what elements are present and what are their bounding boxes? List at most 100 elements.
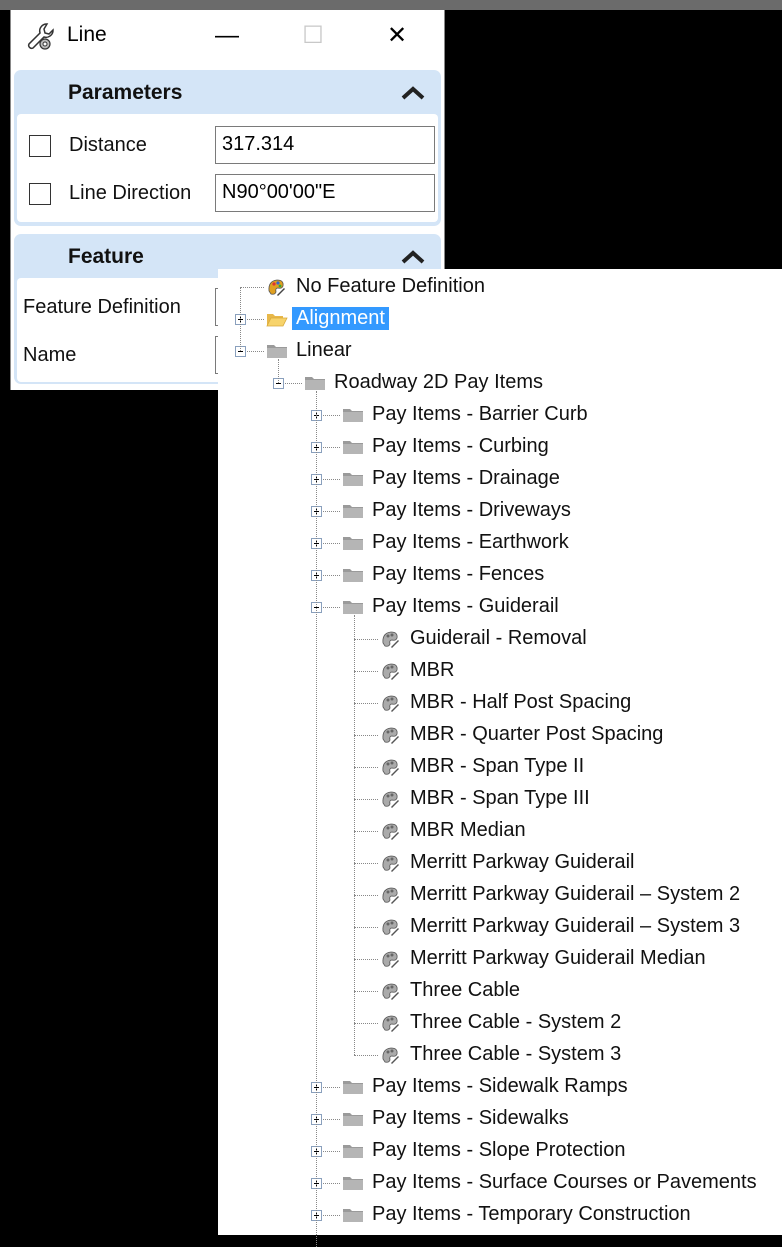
feature-palette-icon	[382, 791, 399, 808]
line-direction-checkbox[interactable]	[29, 183, 51, 205]
tree-connector	[354, 831, 378, 832]
tree-item-pay-items[interactable]: Pay Items - Sidewalks	[372, 1107, 569, 1130]
feature-palette-icon	[382, 983, 399, 1000]
feature-palette-icon	[382, 823, 399, 840]
maximize-button[interactable]: ☐	[290, 16, 336, 56]
folder-icon	[343, 1209, 363, 1222]
feature-title: Feature	[68, 245, 144, 268]
folder-icon	[343, 441, 363, 454]
feature-palette-icon	[382, 759, 399, 776]
tree-connector	[354, 671, 378, 672]
tree-connector	[354, 767, 378, 768]
folder-icon	[343, 505, 363, 518]
tree-item-pay-items[interactable]: Pay Items - Sidewalk Ramps	[372, 1075, 628, 1098]
tree-item-feature[interactable]: MBR Median	[410, 819, 526, 842]
folder-open-icon	[266, 314, 288, 327]
window-title: Line	[67, 23, 107, 46]
tree-connector	[354, 799, 378, 800]
tree-connector	[354, 863, 378, 864]
tree-item-guiderail[interactable]: Pay Items - Guiderail	[372, 595, 559, 618]
tree-item-feature[interactable]: Merritt Parkway Guiderail – System 3	[410, 915, 740, 938]
wrench-gear-icon	[27, 23, 54, 50]
tree-item-feature[interactable]: Merritt Parkway Guiderail – System 2	[410, 883, 740, 906]
tree-item-roadway[interactable]: Roadway 2D Pay Items	[334, 371, 543, 394]
tree-item-feature[interactable]: Guiderail - Removal	[410, 627, 587, 650]
feature-palette-icon	[382, 855, 399, 872]
tree-connector	[240, 287, 241, 351]
name-label: Name	[23, 344, 77, 366]
folder-icon	[343, 409, 363, 422]
tree-connector	[354, 1055, 378, 1056]
folder-icon	[343, 1177, 363, 1190]
feature-palette-icon	[382, 919, 399, 936]
tree-item-feature[interactable]: Three Cable - System 2	[410, 1011, 621, 1034]
folder-icon	[343, 1113, 363, 1126]
feature-palette-icon	[382, 663, 399, 680]
tree-connector	[354, 927, 378, 928]
tree-connector	[354, 735, 378, 736]
tree-item-feature[interactable]: MBR - Span Type II	[410, 755, 584, 778]
tree-item-pay-items[interactable]: Pay Items - Fences	[372, 563, 544, 586]
tree-connector	[354, 895, 378, 896]
tree-item-feature[interactable]: MBR	[410, 659, 454, 682]
tree-connector	[354, 639, 378, 640]
feature-palette-icon	[382, 631, 399, 648]
tree-item-pay-items[interactable]: Pay Items - Earthwork	[372, 531, 569, 554]
close-button[interactable]: ✕	[374, 16, 420, 56]
tree-item-pay-items[interactable]: Pay Items - Barrier Curb	[372, 403, 588, 426]
tree-connector	[354, 703, 378, 704]
tree-connector	[354, 615, 355, 1055]
tree-connector	[354, 991, 378, 992]
tree-item-feature[interactable]: Three Cable	[410, 979, 520, 1002]
feature-palette-icon	[382, 727, 399, 744]
tree-item-pay-items[interactable]: Pay Items - Temporary Construction	[372, 1203, 691, 1226]
distance-checkbox[interactable]	[29, 135, 51, 157]
tree-item-no-feature[interactable]: No Feature Definition	[296, 275, 485, 298]
tree-item-alignment[interactable]: Alignment	[292, 307, 389, 330]
tree-item-feature[interactable]: MBR - Quarter Post Spacing	[410, 723, 663, 746]
parameters-section: Parameters Distance 317.314 Line Directi…	[14, 70, 441, 226]
tree-item-pay-items[interactable]: Pay Items - Drainage	[372, 467, 560, 490]
desktop-strip	[0, 0, 782, 10]
folder-icon	[305, 377, 325, 390]
tree-item-feature[interactable]: MBR - Span Type III	[410, 787, 590, 810]
tree-item-pay-items[interactable]: Pay Items - Driveways	[372, 499, 571, 522]
tree-item-feature[interactable]: MBR - Half Post Spacing	[410, 691, 631, 714]
feature-definition-label: Feature Definition	[23, 296, 181, 318]
line-direction-label: Line Direction	[69, 182, 192, 204]
tree-item-feature[interactable]: Three Cable - System 3	[410, 1043, 621, 1066]
folder-icon	[267, 345, 287, 358]
feature-palette-icon	[382, 887, 399, 904]
feature-palette-icon	[382, 951, 399, 968]
feature-definition-dropdown-tree[interactable]: No Feature Definition Alignment Linear Road…	[218, 269, 782, 1247]
chevron-up-icon[interactable]	[401, 250, 425, 264]
parameters-header[interactable]: Parameters	[14, 70, 441, 114]
tree-item-pay-items[interactable]: Pay Items - Curbing	[372, 435, 549, 458]
feature-palette-icon	[382, 1047, 399, 1064]
folder-icon	[343, 473, 363, 486]
tree-connector	[354, 1023, 378, 1024]
tree-item-pay-items[interactable]: Pay Items - Surface Courses or Pavements	[372, 1171, 757, 1194]
parameters-title: Parameters	[68, 81, 183, 104]
feature-palette-icon	[382, 695, 399, 712]
parameters-body: Distance 317.314 Line Direction N90°00'0…	[17, 114, 438, 222]
tree-connector	[316, 415, 317, 1247]
tree-item-feature[interactable]: Merritt Parkway Guiderail Median	[410, 947, 706, 970]
folder-icon	[343, 1145, 363, 1158]
distance-label: Distance	[69, 134, 147, 156]
minimize-button[interactable]: —	[204, 16, 250, 56]
title-bar: Line — ☐ ✕	[11, 10, 444, 68]
distance-field[interactable]: 317.314	[215, 126, 435, 164]
tree-item-pay-items[interactable]: Pay Items - Slope Protection	[372, 1139, 625, 1162]
tree-item-feature[interactable]: Merritt Parkway Guiderail	[410, 851, 635, 874]
chevron-up-icon[interactable]	[401, 86, 425, 100]
tree-connector	[354, 959, 378, 960]
feature-palette-icon	[382, 1015, 399, 1032]
folder-icon	[343, 601, 363, 614]
line-direction-field[interactable]: N90°00'00"E	[215, 174, 435, 212]
folder-icon	[343, 1081, 363, 1094]
folder-icon	[343, 569, 363, 582]
folder-icon	[343, 537, 363, 550]
tree-connector	[240, 287, 264, 288]
tree-item-linear[interactable]: Linear	[296, 339, 352, 362]
